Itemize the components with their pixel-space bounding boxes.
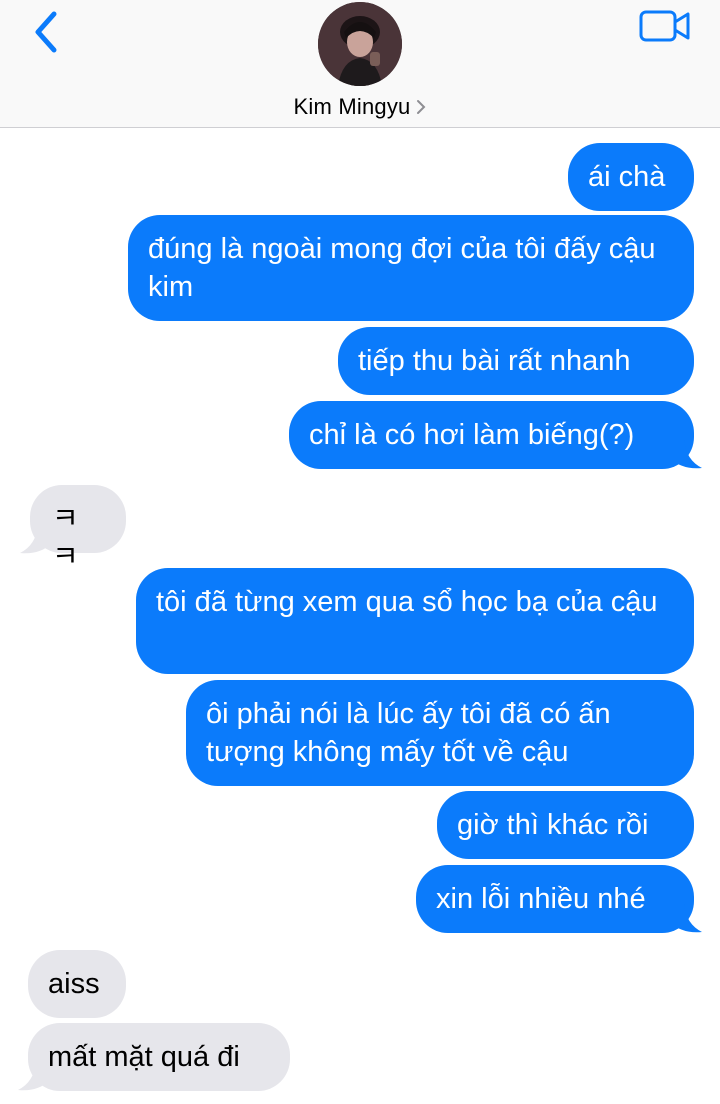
bubble-tail	[20, 525, 52, 554]
message-text: ái chà	[588, 161, 666, 193]
message-text: aiss	[48, 968, 100, 1000]
outgoing-message[interactable]: chỉ là có hơi làm biếng(?)	[289, 401, 694, 469]
message-text: ôi phải nói là lúc ấy tôi đã có ấn tượng…	[206, 698, 611, 768]
message-text: đúng là ngoài mong đợi của tôi đấy cậu k…	[148, 233, 656, 303]
message-text: chỉ là có hơi làm biếng(?)	[309, 419, 635, 451]
contact-name: Kim Mingyu	[293, 94, 411, 119]
message-text: giờ thì khác rồi	[457, 809, 649, 841]
video-camera-icon[interactable]	[638, 8, 692, 44]
bubble-tail	[670, 440, 702, 469]
outgoing-message[interactable]: tôi đã từng xem qua sổ học bạ của cậu	[136, 568, 694, 674]
message-text: xin lỗi nhiều nhé	[436, 883, 646, 915]
message-text: tiếp thu bài rất nhanh	[358, 345, 631, 377]
outgoing-message[interactable]: giờ thì khác rồi	[437, 791, 694, 859]
bubble-tail	[670, 904, 702, 933]
outgoing-message[interactable]: ái chà	[568, 143, 694, 211]
bubble-tail	[18, 1062, 50, 1091]
message-text: ㅋㅋ	[52, 503, 79, 573]
incoming-message[interactable]: aiss	[28, 950, 126, 1018]
outgoing-message[interactable]: xin lỗi nhiều nhé	[416, 865, 694, 933]
conversation-header: Kim Mingyu	[0, 0, 720, 128]
avatar[interactable]	[318, 2, 402, 86]
chevron-left-icon[interactable]	[26, 6, 70, 58]
outgoing-message[interactable]: tiếp thu bài rất nhanh	[338, 327, 694, 395]
chevron-right-icon	[417, 100, 426, 114]
outgoing-message[interactable]: đúng là ngoài mong đợi của tôi đấy cậu k…	[128, 215, 694, 321]
contact-name-button[interactable]: Kim Mingyu	[0, 92, 720, 122]
incoming-message[interactable]: mất mặt quá đi	[28, 1023, 290, 1091]
outgoing-message[interactable]: ôi phải nói là lúc ấy tôi đã có ấn tượng…	[186, 680, 694, 786]
message-text: mất mặt quá đi	[48, 1041, 240, 1073]
message-text: tôi đã từng xem qua sổ học bạ của cậu	[156, 586, 658, 618]
